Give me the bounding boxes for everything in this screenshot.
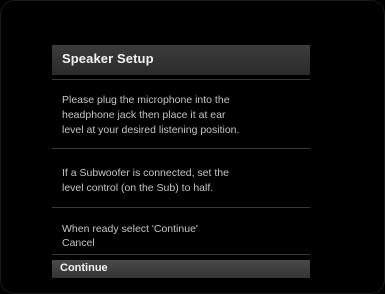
dialog-title: Speaker Setup: [62, 51, 154, 66]
continue-option[interactable]: Continue: [52, 260, 310, 278]
divider: [52, 79, 310, 80]
instructions-microphone: Please plug the microphone into the head…: [62, 94, 240, 136]
instructions-subwoofer: If a Subwoofer is connected, set the lev…: [62, 167, 229, 194]
continue-option-label: Continue: [60, 262, 108, 274]
speaker-setup-dialog: Speaker Setup Please plug the microphone…: [52, 45, 310, 279]
tv-screen: Speaker Setup Please plug the microphone…: [0, 0, 385, 294]
dialog-title-bar: Speaker Setup: [52, 45, 310, 75]
divider: [52, 148, 310, 149]
continue-prompt: When ready select 'Continue': [62, 223, 198, 235]
divider: [52, 207, 310, 208]
divider: [52, 254, 310, 255]
cancel-option[interactable]: Cancel: [62, 237, 95, 250]
